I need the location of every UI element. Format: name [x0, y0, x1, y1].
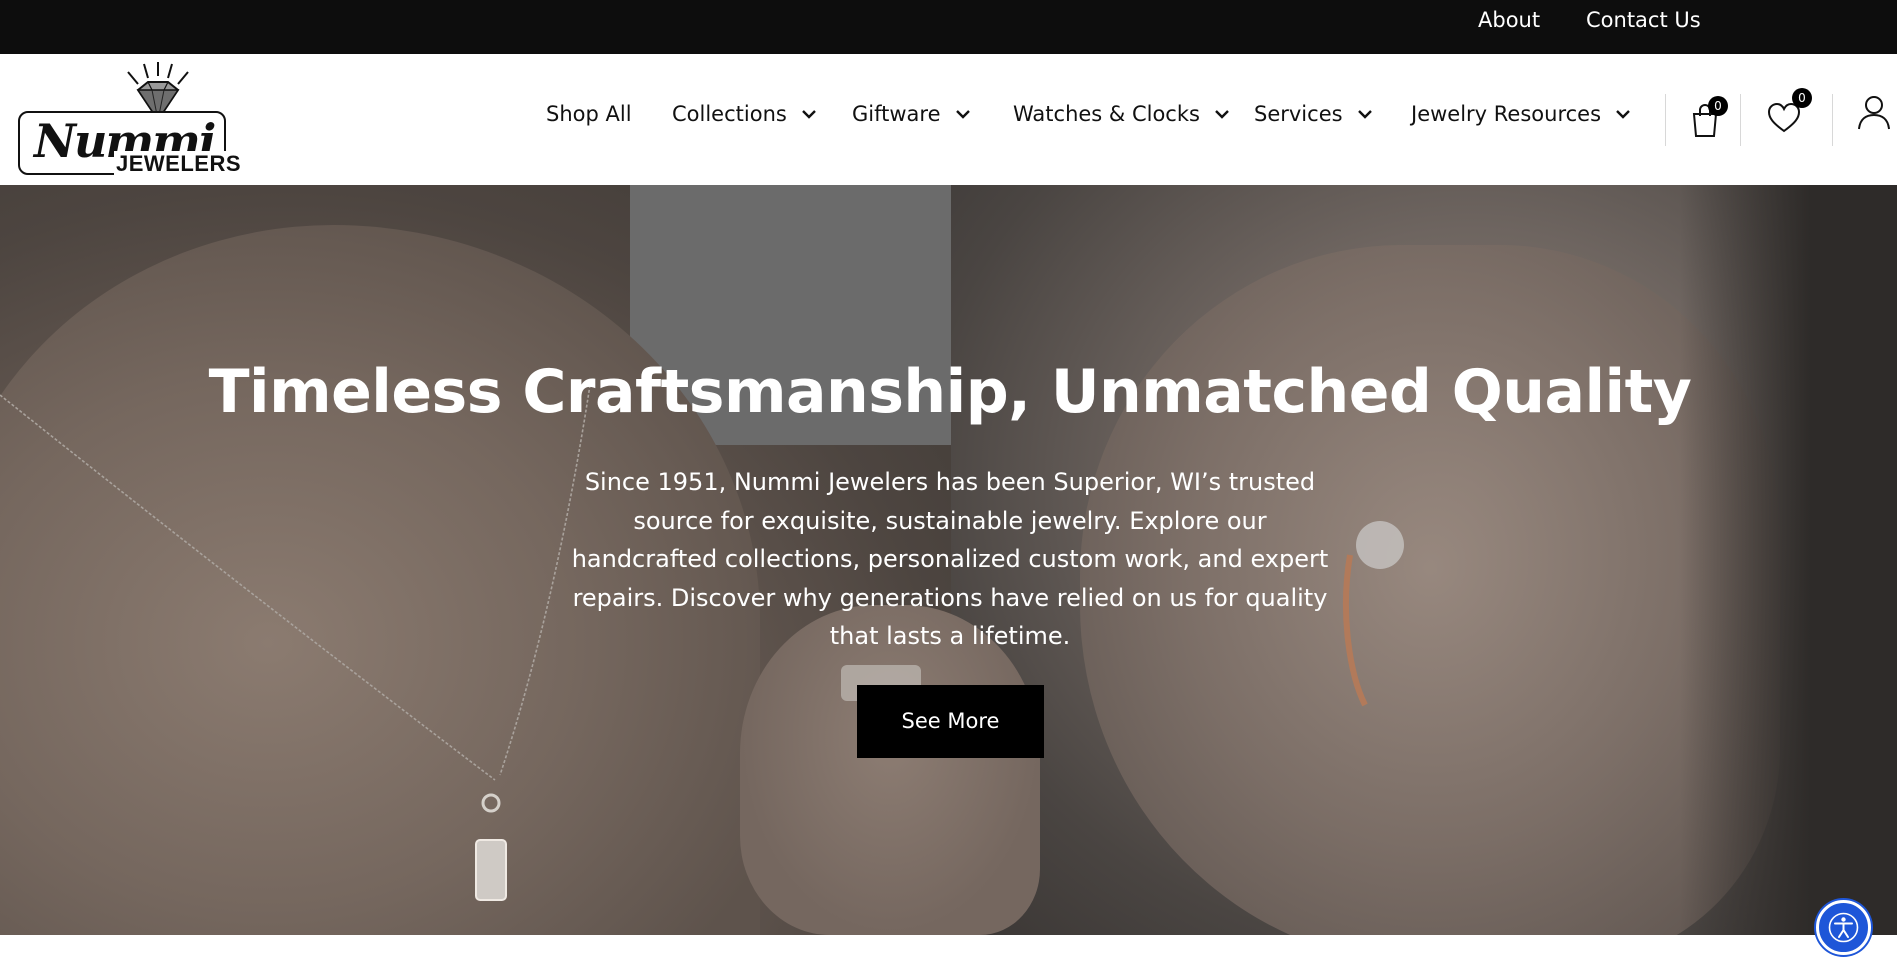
site-logo[interactable]: Nummi JEWELERS [16, 62, 244, 182]
nav-label: Jewelry Resources [1411, 102, 1602, 126]
header-divider [1832, 94, 1833, 146]
accessibility-button[interactable] [1816, 900, 1871, 955]
nav-label: Services [1254, 102, 1343, 126]
wishlist-count-badge: 0 [1792, 88, 1812, 108]
nav-giftware[interactable]: Giftware [852, 102, 971, 126]
chevron-down-icon [1357, 110, 1372, 119]
nav-shop-all[interactable]: Shop All [546, 102, 632, 126]
wishlist-button[interactable]: 0 [1767, 88, 1812, 138]
top-utility-bar: About Contact Us [0, 0, 1897, 54]
see-more-button[interactable]: See More [857, 685, 1044, 758]
heart-icon [1767, 102, 1801, 133]
about-link[interactable]: About [1478, 8, 1540, 32]
header-divider [1740, 94, 1741, 146]
cart-button[interactable]: 0 [1690, 96, 1728, 142]
nav-jewelry-resources[interactable]: Jewelry Resources [1411, 102, 1631, 126]
hero-title: Timeless Craftsmanship, Unmatched Qualit… [208, 357, 1692, 427]
logo-subtext: JEWELERS [114, 151, 244, 177]
chevron-down-icon [955, 110, 970, 119]
nav-collections[interactable]: Collections [672, 102, 817, 126]
site-header: Nummi JEWELERS Shop All Collections Gift… [0, 54, 1897, 185]
hero-banner: Timeless Craftsmanship, Unmatched Qualit… [0, 185, 1897, 935]
chevron-down-icon [1215, 110, 1229, 119]
chevron-down-icon [801, 110, 816, 119]
nav-watches-clocks[interactable]: Watches & Clocks [1013, 102, 1230, 126]
account-button[interactable] [1857, 94, 1891, 134]
nav-label: Watches & Clocks [1013, 102, 1200, 126]
nav-label: Giftware [852, 102, 941, 126]
cart-count-badge: 0 [1708, 96, 1728, 116]
header-divider [1665, 94, 1666, 146]
nav-label: Shop All [546, 102, 632, 126]
contact-us-link[interactable]: Contact Us [1586, 8, 1701, 32]
hero-description: Since 1951, Nummi Jewelers has been Supe… [571, 468, 1329, 650]
chevron-down-icon [1616, 110, 1630, 119]
user-icon [1858, 96, 1890, 130]
nav-label: Collections [672, 102, 787, 126]
nav-services[interactable]: Services [1254, 102, 1373, 126]
accessibility-icon [1828, 912, 1859, 943]
